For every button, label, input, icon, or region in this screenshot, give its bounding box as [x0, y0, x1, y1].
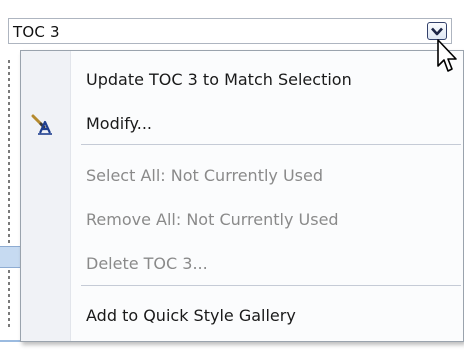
menu-item-label: Add to Quick Style Gallery [86, 305, 296, 325]
word-style-context: TOC 3 Update TOC 3 to Match Selection Mo… [0, 0, 464, 354]
style-name-value: TOC 3 [13, 23, 60, 41]
menu-separator [81, 285, 461, 286]
menu-item-label: Update TOC 3 to Match Selection [86, 69, 352, 89]
menu-item-label: Delete TOC 3... [86, 253, 208, 273]
menu-item-label: Select All: Not Currently Used [86, 165, 324, 185]
mouse-pointer-icon [437, 39, 457, 72]
menu-item-label: Remove All: Not Currently Used [86, 209, 339, 229]
style-name-combobox[interactable]: TOC 3 [8, 18, 452, 44]
style-dropdown-menu: Update TOC 3 to Match Selection Modify..… [20, 50, 464, 342]
menu-item-delete-style[interactable]: Delete TOC 3... [21, 243, 463, 283]
menu-item-select-all[interactable]: Select All: Not Currently Used [21, 155, 463, 195]
menu-item-remove-all[interactable]: Remove All: Not Currently Used [21, 199, 463, 239]
menu-item-add-to-quick-style-gallery[interactable]: Add to Quick Style Gallery [21, 295, 463, 335]
menu-separator [81, 144, 461, 145]
document-left-dotted-edge [8, 60, 10, 330]
menu-item-update-to-match-selection[interactable]: Update TOC 3 to Match Selection [21, 59, 463, 99]
menu-item-label: Modify... [86, 113, 152, 133]
menu-item-modify[interactable]: Modify... [21, 103, 463, 143]
modify-style-icon [31, 114, 52, 135]
chevron-down-icon [431, 27, 443, 35]
